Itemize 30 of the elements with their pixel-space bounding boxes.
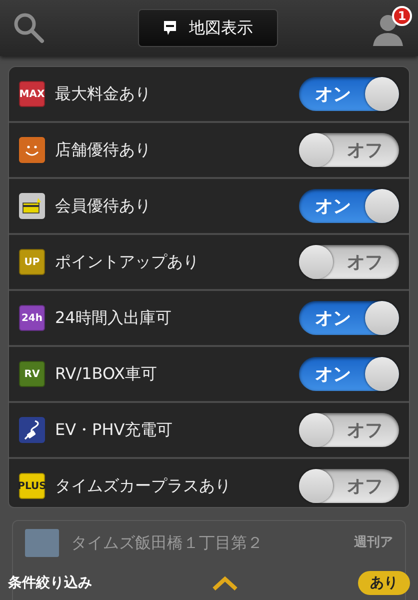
filter-bar-label: 条件絞り込み [8, 574, 92, 592]
filter-label: 店舗優待あり [55, 140, 152, 160]
filter-label: RV/1BOX車可 [55, 364, 158, 384]
toggle-switch[interactable]: オフ [299, 413, 399, 447]
map-view-button[interactable]: 地図表示 [138, 9, 278, 47]
notification-badge: 1 [392, 6, 412, 26]
toggle-switch[interactable]: オン [299, 301, 399, 335]
filter-label: 最大料金あり [55, 84, 152, 104]
filter-label: 24時間入出庫可 [55, 308, 172, 328]
toggle-switch[interactable]: オン [299, 357, 399, 391]
chevron-up-icon[interactable] [211, 575, 239, 591]
speech-bubble-icon [163, 20, 177, 36]
toggle-switch[interactable]: オン [299, 189, 399, 223]
badge-icon: UP [19, 249, 45, 275]
filter-label: EV・PHV充電可 [55, 420, 174, 440]
listing-tag: 週刊ア [354, 529, 393, 557]
toggle-switch[interactable]: オフ [299, 469, 399, 503]
toggle-switch[interactable]: オフ [299, 245, 399, 279]
badge-icon: MAX [19, 81, 45, 107]
listing-thumbnail [25, 529, 59, 557]
listing-name: タイムズ飯田橋１丁目第２ [71, 532, 264, 554]
filter-label: 会員優待あり [55, 196, 152, 216]
filter-status-badge: あり [358, 571, 410, 595]
search-icon[interactable] [12, 11, 46, 45]
toggle-switch[interactable]: オン [299, 77, 399, 111]
filter-label: ポイントアップあり [55, 252, 200, 272]
toggle-switch[interactable]: オフ [299, 133, 399, 167]
badge-icon: 24h [19, 305, 45, 331]
filter-label: タイムズカープラスあり [55, 476, 232, 496]
badge-icon: RV [19, 361, 45, 387]
